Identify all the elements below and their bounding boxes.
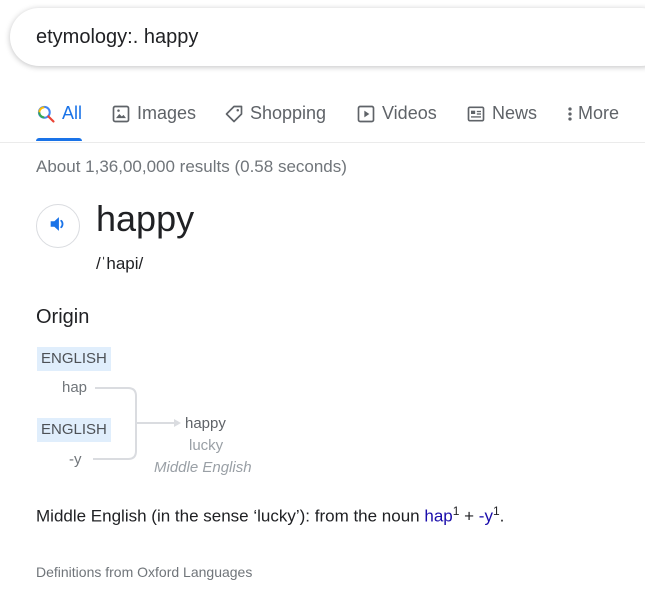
origin-definition: Middle English (in the sense ‘lucky’): f… <box>36 504 504 527</box>
result-meaning: lucky <box>189 437 224 454</box>
link-y[interactable]: -y <box>479 507 493 526</box>
result-word: happy <box>185 415 226 432</box>
link-hap[interactable]: hap <box>424 507 452 526</box>
definition-text: Middle English (in the sense ‘lucky’): f… <box>36 506 425 526</box>
definition-end: . <box>499 506 505 526</box>
definitions-source: Definitions from Oxford Languages <box>36 564 253 580</box>
sup-y: 1 <box>492 504 500 518</box>
result-lang: Middle English <box>154 459 252 476</box>
plus-sign: + <box>459 506 479 526</box>
